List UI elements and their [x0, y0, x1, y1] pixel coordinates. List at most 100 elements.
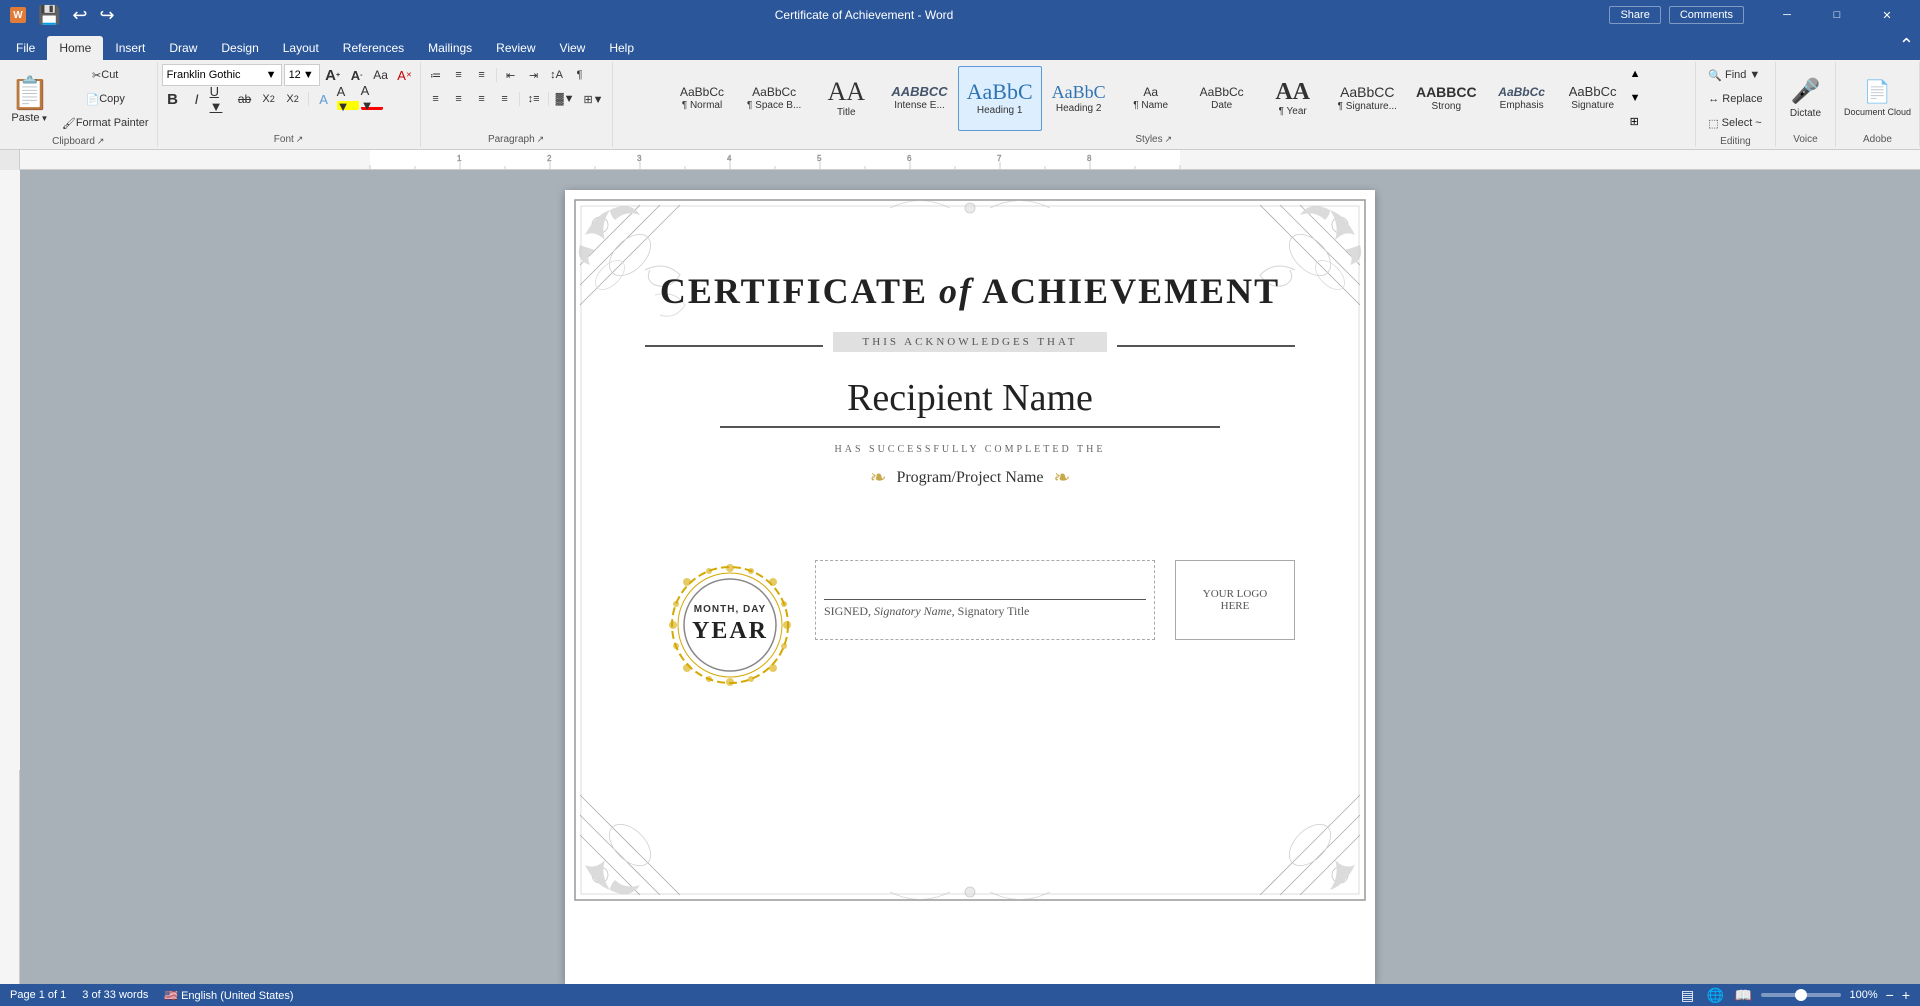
- italic-btn[interactable]: I: [186, 88, 208, 110]
- justify-btn[interactable]: ≡: [494, 88, 516, 110]
- quick-undo-btn[interactable]: ↩: [68, 5, 91, 26]
- tab-draw[interactable]: Draw: [157, 36, 209, 60]
- tab-layout[interactable]: Layout: [271, 36, 331, 60]
- quick-redo-btn[interactable]: ↪: [96, 5, 119, 26]
- clipboard-expand-btn[interactable]: ↗: [97, 136, 105, 147]
- superscript-btn[interactable]: X2: [282, 88, 304, 110]
- adobe-icon: 📄: [1864, 79, 1891, 105]
- line-spacing-btn[interactable]: ↕≡: [523, 88, 545, 110]
- lang-indicator[interactable]: 🇺🇸 English (United States): [164, 989, 293, 1002]
- quick-save-btn[interactable]: 💾: [34, 5, 64, 26]
- ribbon-collapse-btn[interactable]: ⌃: [1893, 33, 1920, 58]
- zoom-out-btn[interactable]: −: [1886, 987, 1894, 1003]
- paste-btn[interactable]: 📋 Paste ▼: [4, 64, 56, 126]
- zoom-slider[interactable]: [1761, 993, 1841, 997]
- style-h1-preview: AaBbC: [967, 81, 1033, 103]
- tab-design[interactable]: Design: [209, 36, 270, 60]
- font-group: Franklin Gothic ▼ 12 ▼ A+ A- Aa A✕ B I U…: [158, 62, 421, 147]
- font-color-btn[interactable]: A ▼: [361, 88, 383, 110]
- vertical-ruler: [0, 170, 20, 984]
- styles-scroll-down[interactable]: ▼: [1630, 92, 1641, 104]
- restore-btn[interactable]: □: [1814, 0, 1860, 30]
- style-normal[interactable]: AaBbCc ¶ Normal: [667, 66, 737, 131]
- styles-more-btn[interactable]: ⊞: [1630, 115, 1641, 128]
- format-painter-btn[interactable]: 🖌 Format Painter: [58, 112, 153, 134]
- status-right: ▤ 🌐 📖 100% − +: [1677, 985, 1910, 1005]
- styles-expand-btn[interactable]: ↗: [1165, 134, 1173, 145]
- ruler-corner[interactable]: [0, 150, 20, 170]
- tab-mailings[interactable]: Mailings: [416, 36, 484, 60]
- bold-btn[interactable]: B: [162, 88, 184, 110]
- text-effects-btn[interactable]: A: [313, 88, 335, 110]
- style-title[interactable]: AA Title: [811, 66, 881, 131]
- style-name[interactable]: Aa ¶ Name: [1116, 66, 1186, 131]
- style-date[interactable]: AaBbCc Date: [1187, 66, 1257, 131]
- document-area[interactable]: CERTIFICATE of ACHIEVEMENT THIS ACKNOWLE…: [20, 170, 1920, 984]
- cut-btn[interactable]: ✂ Cut: [58, 64, 153, 86]
- font-grow-btn[interactable]: A+: [322, 64, 344, 86]
- tab-review[interactable]: Review: [484, 36, 547, 60]
- dictate-btn[interactable]: 🎤 Dictate: [1785, 68, 1825, 128]
- style-heading1[interactable]: AaBbC Heading 1: [958, 66, 1042, 131]
- style-name-preview: Aa: [1143, 86, 1158, 98]
- increase-indent-btn[interactable]: ⇥: [523, 64, 545, 86]
- multilevel-btn[interactable]: ≡: [471, 64, 493, 86]
- style-intense[interactable]: AABBCC Intense E...: [882, 66, 956, 131]
- style-emphasis[interactable]: AaBbCc Emphasis: [1487, 66, 1557, 131]
- svg-text:YEAR: YEAR: [692, 618, 768, 644]
- replace-btn[interactable]: ↔ Replace: [1702, 88, 1768, 110]
- web-view-btn[interactable]: 🌐: [1705, 985, 1725, 1005]
- bullets-btn[interactable]: ≔: [425, 64, 447, 86]
- tab-references[interactable]: References: [331, 36, 416, 60]
- style-strong[interactable]: AABBCC Strong: [1407, 66, 1486, 131]
- window-controls: Share Comments ─ □ ✕: [1609, 0, 1910, 30]
- certificate-content: CERTIFICATE of ACHIEVEMENT THIS ACKNOWLE…: [565, 190, 1375, 730]
- style-sig2[interactable]: AaBbCc Signature: [1558, 66, 1628, 131]
- adobe-btn[interactable]: 📄 Document Cloud: [1840, 68, 1915, 128]
- minimize-btn[interactable]: ─: [1764, 0, 1810, 30]
- strikethrough-btn[interactable]: ab: [234, 88, 256, 110]
- subscript-btn[interactable]: X2: [258, 88, 280, 110]
- tab-view[interactable]: View: [548, 36, 598, 60]
- font-name-selector[interactable]: Franklin Gothic ▼: [162, 64, 282, 86]
- share-btn[interactable]: Share: [1609, 6, 1660, 24]
- align-left-btn[interactable]: ≡: [425, 88, 447, 110]
- underline-btn[interactable]: U ▼: [210, 88, 232, 110]
- tab-help[interactable]: Help: [597, 36, 646, 60]
- cert-logo-line1: YOUR LOGO: [1203, 588, 1267, 600]
- close-btn[interactable]: ✕: [1864, 0, 1910, 30]
- align-right-btn[interactable]: ≡: [471, 88, 493, 110]
- tab-insert[interactable]: Insert: [103, 36, 157, 60]
- svg-text:8: 8: [1087, 154, 1092, 163]
- align-center-btn[interactable]: ≡: [448, 88, 470, 110]
- copy-btn[interactable]: 📄 Copy: [58, 88, 153, 110]
- read-mode-btn[interactable]: 📖: [1733, 985, 1753, 1005]
- cert-title-part2: ACHIEVEMENT: [973, 271, 1280, 311]
- style-year[interactable]: AA ¶ Year: [1258, 66, 1328, 131]
- paragraph-expand-btn[interactable]: ↗: [537, 134, 545, 145]
- cert-program-row: ❧ Program/Project Name ❧: [870, 465, 1071, 490]
- borders-btn[interactable]: ⊞▼: [579, 88, 607, 110]
- font-size-selector[interactable]: 12 ▼: [284, 64, 320, 86]
- zoom-in-btn[interactable]: +: [1902, 987, 1910, 1003]
- para-row2: ≡ ≡ ≡ ≡ ↕≡ ▓▼ ⊞▼: [425, 88, 608, 110]
- select-btn[interactable]: ⬚ Select ~: [1702, 112, 1767, 134]
- print-layout-btn[interactable]: ▤: [1677, 985, 1697, 1005]
- show-formatting-btn[interactable]: ¶: [569, 64, 591, 86]
- tab-home[interactable]: Home: [47, 36, 103, 60]
- shading-btn[interactable]: ▓▼: [552, 88, 579, 110]
- style-space[interactable]: AaBbCc ¶ Space B...: [738, 66, 810, 131]
- highlight-btn[interactable]: A ▼: [337, 88, 359, 110]
- clear-format-btn[interactable]: A✕: [394, 64, 416, 86]
- cert-completed: HAS SUCCESSFULLY COMPLETED THE: [835, 444, 1106, 455]
- numbering-btn[interactable]: ≡: [448, 64, 470, 86]
- style-heading2[interactable]: AaBbC Heading 2: [1043, 66, 1115, 131]
- style-signature[interactable]: AaBbCC ¶ Signature...: [1329, 66, 1406, 131]
- tab-file[interactable]: File: [4, 36, 47, 60]
- find-btn[interactable]: 🔍 Find ▼: [1702, 64, 1766, 86]
- styles-scroll-up[interactable]: ▲: [1630, 68, 1641, 80]
- font-expand-btn[interactable]: ↗: [296, 134, 304, 145]
- decrease-indent-btn[interactable]: ⇤: [500, 64, 522, 86]
- sort-btn[interactable]: ↕A: [546, 64, 568, 86]
- comments-btn[interactable]: Comments: [1669, 6, 1744, 24]
